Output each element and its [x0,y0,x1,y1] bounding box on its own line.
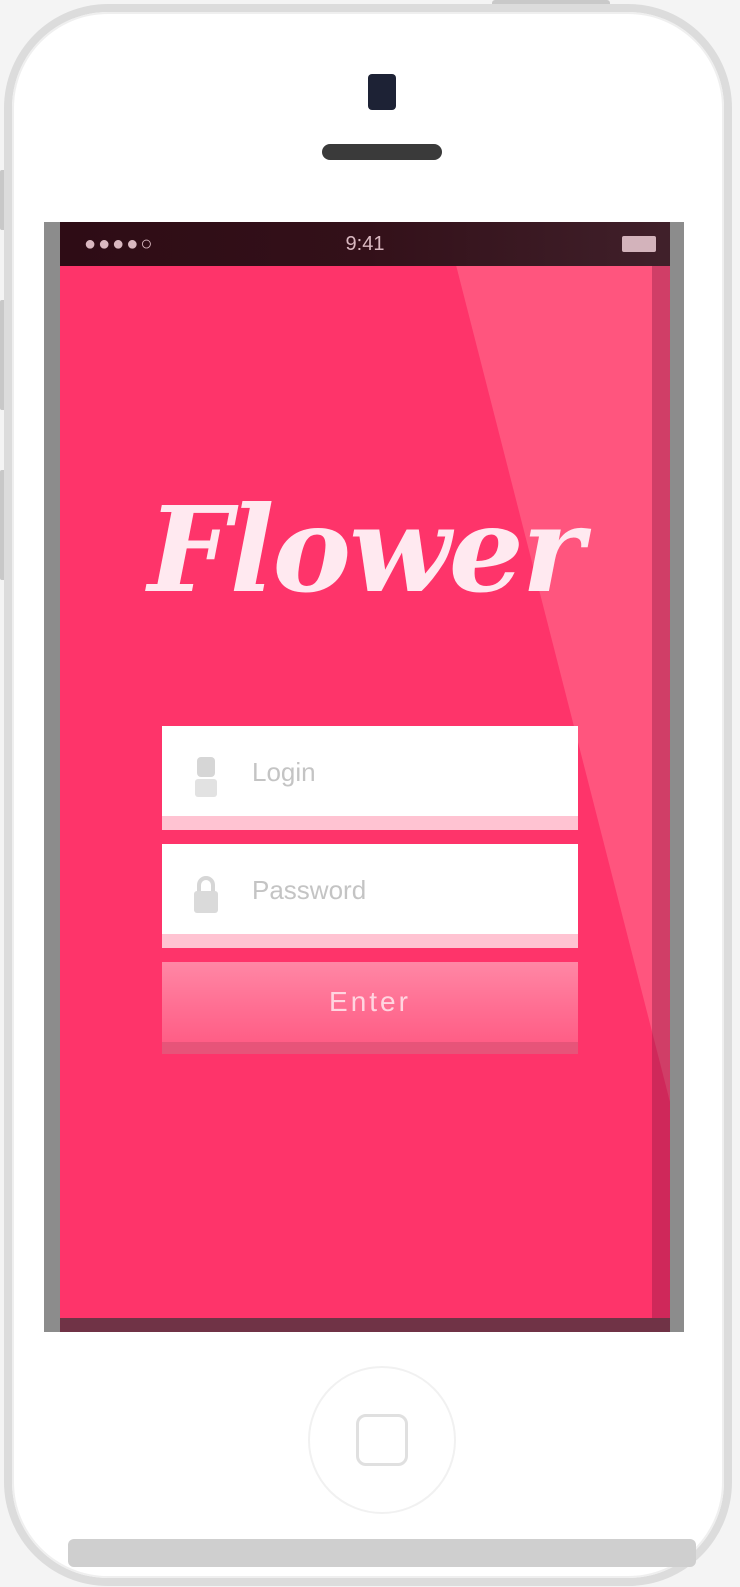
phone-volume-down [0,470,8,580]
login-form: Enter [162,726,578,1054]
home-button[interactable] [308,1366,456,1514]
screen-bottom-bar [60,1318,670,1332]
app-logo: Flower [147,480,584,619]
lock-icon [192,872,220,918]
app-login-screen: ●●●●○ 9:41 Flower Login Enter [60,222,670,1332]
phone-mute-switch [0,170,8,230]
submit-button[interactable]: Enter [162,962,578,1054]
login-input[interactable] [250,726,554,818]
battery-icon [622,236,656,252]
password-input[interactable] [250,844,554,936]
phone-screen: ●●●●○ 9:41 Flower Login Enter [44,222,684,1332]
phone-volume-up [0,300,8,410]
login-field [162,726,578,830]
user-icon [192,754,220,800]
phone-bottom-edge [68,1539,696,1567]
phone-power-button [492,0,610,12]
password-field [162,844,578,948]
status-time: 9:41 [345,233,385,255]
home-square-icon [356,1414,408,1466]
front-camera [368,74,396,110]
status-bar: ●●●●○ 9:41 [60,222,670,266]
screen-edge-shadow [652,266,670,1332]
earpiece-speaker [322,144,442,160]
